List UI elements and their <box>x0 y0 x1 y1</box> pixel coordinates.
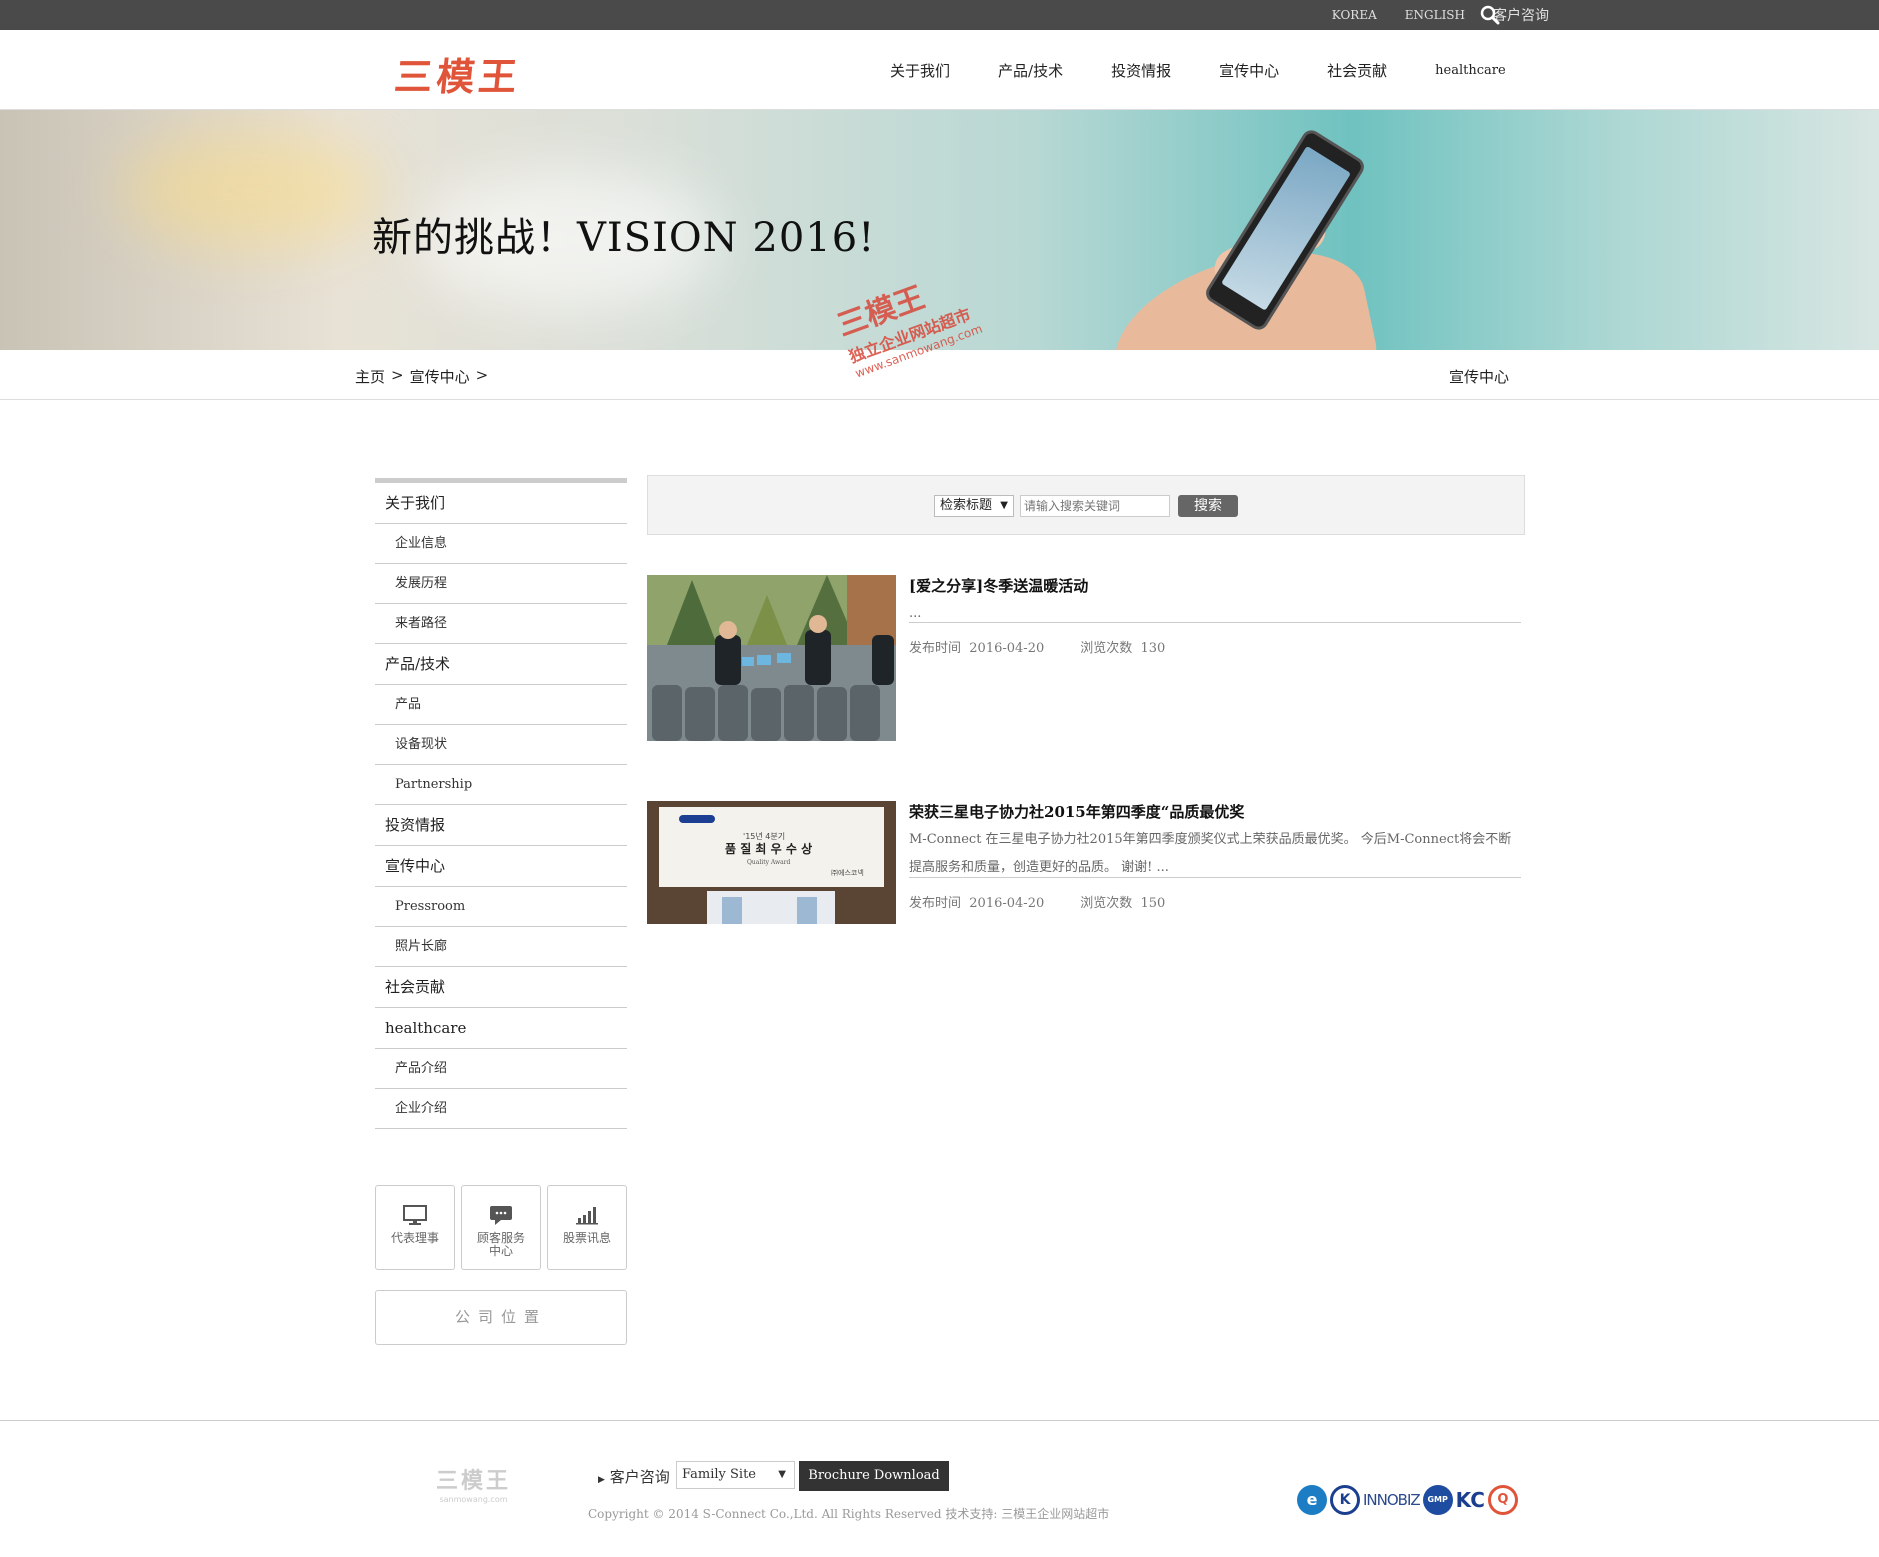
quick-label: 代表理事 <box>390 1231 439 1245</box>
quick-representative[interactable]: 代表理事 <box>375 1185 455 1270</box>
chevron-right-icon: > <box>475 366 489 384</box>
breadcrumb: 主页 > 宣传中心 > <box>355 366 488 387</box>
family-site-value: Family Site <box>682 1467 756 1482</box>
sidebar-item[interactable]: 关于我们 <box>375 483 627 524</box>
post-meta: 发布时间 2016-04-20 浏览次数 130 <box>909 622 1521 656</box>
search-icon[interactable] <box>1480 5 1500 25</box>
sidebar-item[interactable]: 设备现状 <box>375 725 627 765</box>
quick-label: 股票讯息 <box>562 1231 611 1245</box>
post-thumbnail[interactable] <box>647 575 896 741</box>
svg-text:㈜에스코넥: ㈜에스코넥 <box>831 868 864 877</box>
search-type-select[interactable]: 检索标题 ▼ <box>934 495 1014 517</box>
page-section-title: 宣传中心 <box>1448 368 1509 386</box>
sidebar-item[interactable]: 企业介绍 <box>375 1089 627 1129</box>
bar-chart-icon <box>576 1207 598 1225</box>
quick-links: 代表理事 顾客服务中心 股票讯息 <box>375 1185 627 1270</box>
chat-icon <box>490 1206 512 1225</box>
cert-q-icon: Q <box>1487 1485 1518 1515</box>
svg-text:'15년 4분기: '15년 4분기 <box>743 831 785 841</box>
cert-innobiz-icon: INNOBIZ <box>1363 1491 1421 1509</box>
cert-k-icon: K <box>1330 1485 1360 1515</box>
sidebar-item[interactable]: 照片长廊 <box>375 927 627 967</box>
caret-down-icon: ▼ <box>1000 500 1008 511</box>
cert-kc-icon: KC <box>1455 1488 1485 1512</box>
utility-links: KOREA ENGLISH 客户咨询 <box>1332 0 1549 30</box>
nav-healthcare[interactable]: healthcare <box>1435 63 1506 78</box>
copyright-text: Copyright © 2014 S-Connect Co.,Ltd. All … <box>588 1507 1110 1521</box>
korea-link[interactable]: KOREA <box>1332 8 1377 22</box>
site-logo[interactable]: 三模王 <box>392 46 524 101</box>
search-input[interactable] <box>1020 495 1170 517</box>
sidebar-item[interactable]: 产品介绍 <box>375 1049 627 1089</box>
post-date: 发布时间 2016-04-20 <box>909 641 1045 656</box>
post-thumbnail[interactable]: '15년 4분기 품 질 최 우 수 상 Quality Award ㈜에스코넥 <box>647 801 896 924</box>
certification-logos: e K INNOBIZ GMP KC Q <box>1297 1485 1518 1515</box>
svg-text:Quality Award: Quality Award <box>747 859 791 866</box>
sidebar-item[interactable]: 发展历程 <box>375 564 627 604</box>
cert-gmp-icon: GMP <box>1422 1485 1453 1515</box>
sidebar-item[interactable]: 投资情报 <box>375 805 627 846</box>
site-footer: 三模王 sanmowang.com ▶ 客户咨询 Family Site ▼ B… <box>0 1420 1879 1557</box>
breadcrumb-home[interactable]: 主页 <box>355 366 385 387</box>
nav-pr-center[interactable]: 宣传中心 <box>1219 60 1279 81</box>
post-title[interactable]: [爱之分享]冬季送温暖活动 <box>909 575 1088 596</box>
monitor-icon <box>403 1205 427 1225</box>
news-post: [爱之分享]冬季送温暖活动 ... 发布时间 2016-04-20 浏览次数 1… <box>647 575 1525 741</box>
sidebar-item[interactable]: 社会贡献 <box>375 967 627 1008</box>
family-site-select[interactable]: Family Site ▼ <box>676 1461 795 1489</box>
sidebar-item[interactable]: 来者路径 <box>375 604 627 644</box>
search-panel: 检索标题 ▼ 搜索 <box>647 475 1525 535</box>
nav-about[interactable]: 关于我们 <box>890 60 950 81</box>
quick-label: 顾客服务中心 <box>476 1231 525 1258</box>
caret-down-icon: ▼ <box>778 1469 786 1480</box>
footer-logo[interactable]: 三模王 sanmowang.com <box>436 1463 511 1504</box>
sidebar-item[interactable]: healthcare <box>375 1008 627 1049</box>
chevron-right-icon: > <box>391 366 404 384</box>
brochure-download-button[interactable]: Brochure Download <box>799 1461 949 1491</box>
caret-right-icon: ▶ <box>598 1475 605 1485</box>
cert-e-icon: e <box>1297 1485 1327 1515</box>
post-title[interactable]: 荣获三星电子协力社2015年第四季度“品质最优奖 <box>909 801 1244 822</box>
sidebar-item[interactable]: Pressroom <box>375 887 627 927</box>
post-views: 浏览次数 130 <box>1080 641 1166 656</box>
top-utility-bar: KOREA ENGLISH 客户咨询 <box>0 0 1879 30</box>
company-location-button[interactable]: 公司位置 <box>375 1290 627 1345</box>
sidebar-item[interactable]: 企业信息 <box>375 524 627 564</box>
search-button[interactable]: 搜索 <box>1178 495 1238 517</box>
banner-title: 新的挑战！VISION 2016! <box>372 215 876 261</box>
quick-stock-info[interactable]: 股票讯息 <box>547 1185 627 1270</box>
sidebar-item[interactable]: 产品/技术 <box>375 644 627 685</box>
post-date: 发布时间 2016-04-20 <box>909 896 1045 911</box>
main-nav: 关于我们 产品/技术 投资情报 宣传中心 社会贡献 healthcare <box>890 30 1506 110</box>
volunteer-photo <box>647 575 896 741</box>
sidebar-item[interactable]: Partnership <box>375 765 627 805</box>
footer-contact-link[interactable]: ▶ 客户咨询 <box>598 1466 670 1487</box>
news-post: '15년 4분기 품 질 최 우 수 상 Quality Award ㈜에스코넥… <box>647 801 1525 924</box>
quick-customer-service[interactable]: 顾客服务中心 <box>461 1185 541 1270</box>
search-type-value: 检索标题 <box>940 498 993 513</box>
footer-logo-text: 三模王 <box>436 1469 512 1494</box>
site-header: 三模王 关于我们 产品/技术 投资情报 宣传中心 社会贡献 healthcare <box>0 30 1879 110</box>
award-plaque-photo: '15년 4분기 품 질 최 우 수 상 Quality Award ㈜에스코넥 <box>647 801 896 924</box>
banner-bokeh <box>120 130 380 250</box>
sidebar-menu: 关于我们 企业信息 发展历程 来者路径 产品/技术 产品 设备现状 Partnership 投资… <box>375 478 627 1129</box>
nav-products[interactable]: 产品/技术 <box>998 60 1063 81</box>
sidebar-item[interactable]: 产品 <box>375 685 627 725</box>
post-meta: 发布时间 2016-04-20 浏览次数 150 <box>909 877 1521 911</box>
breadcrumb-bar: 主页 > 宣传中心 > 宣传中心 <box>0 350 1879 400</box>
footer-logo-sub: sanmowang.com <box>439 1495 508 1504</box>
svg-text:품 질 최 우 수 상: 품 질 최 우 수 상 <box>725 841 812 856</box>
post-excerpt: M-Connect 在三星电子协力社2015年第四季度颁奖仪式上荣获品质最优奖。… <box>909 832 1512 875</box>
nav-social[interactable]: 社会贡献 <box>1327 60 1387 81</box>
contact-link[interactable]: 客户咨询 <box>1493 5 1549 25</box>
nav-investment[interactable]: 投资情报 <box>1111 60 1171 81</box>
english-link[interactable]: ENGLISH <box>1405 8 1465 22</box>
post-views: 浏览次数 150 <box>1080 896 1166 911</box>
sidebar-item[interactable]: 宣传中心 <box>375 846 627 887</box>
breadcrumb-pr-center[interactable]: 宣传中心 <box>410 366 470 387</box>
